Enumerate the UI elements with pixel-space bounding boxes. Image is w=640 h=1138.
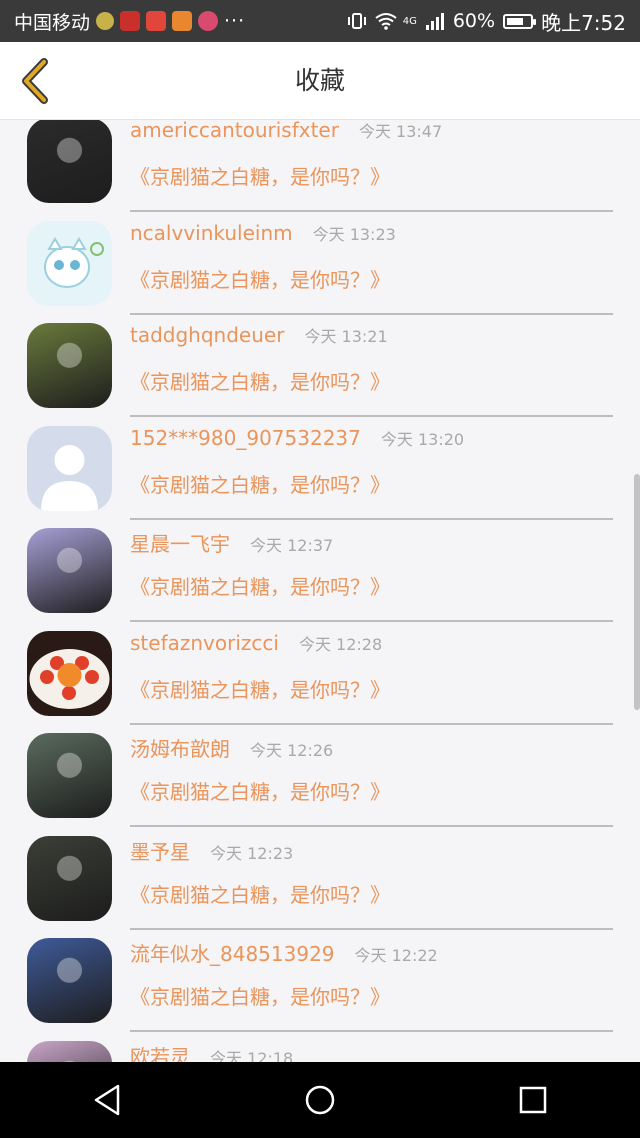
list-item[interactable]: 152***980_907532237 今天 13:20 《京剧猫之白糖，是你吗？》	[0, 396, 640, 520]
username[interactable]: americcantourisfxter	[130, 120, 339, 142]
more-notifications: ···	[224, 10, 246, 32]
nav-home-button[interactable]	[290, 1070, 350, 1130]
user-meta: 星晨一飞宇 今天 12:37	[130, 528, 333, 557]
chevron-left-icon	[22, 58, 48, 104]
user-meta: 流年似水_848513929 今天 12:22	[130, 938, 438, 967]
favorite-title-link[interactable]: 《京剧猫之白糖，是你吗？》	[130, 981, 390, 1010]
timestamp: 今天 12:26	[250, 741, 334, 760]
favorite-title-link[interactable]: 《京剧猫之白糖，是你吗？》	[130, 776, 390, 805]
user-meta: americcantourisfxter 今天 13:47	[130, 120, 442, 142]
page-title: 收藏	[294, 66, 345, 95]
system-nav-bar	[0, 1062, 640, 1138]
list-item[interactable]: taddghqndeuer 今天 13:21 《京剧猫之白糖，是你吗？》	[0, 293, 640, 417]
battery-icon	[503, 13, 537, 29]
circle-home-icon	[305, 1085, 335, 1115]
timestamp: 今天 12:28	[298, 634, 383, 654]
favorite-title-link[interactable]: 《京剧猫之白糖，是你吗？》	[130, 161, 390, 190]
triangle-back-icon	[94, 1084, 119, 1116]
username[interactable]: ncalvvinkuleinm	[130, 221, 293, 245]
timestamp: 今天 13:21	[304, 327, 388, 346]
back-button[interactable]	[10, 56, 60, 106]
nav-recents-button[interactable]	[503, 1070, 563, 1130]
user-meta: 墨予星 今天 12:23	[130, 836, 293, 865]
list-item[interactable]: 流年似水_848513929 今天 12:22 《京剧猫之白糖，是你吗？》	[0, 908, 640, 1032]
favorite-title-link[interactable]: 《京剧猫之白糖，是你吗？》	[130, 879, 390, 908]
timestamp: 今天 13:47	[358, 122, 443, 141]
timestamp: 今天 13:23	[312, 224, 396, 244]
network-type-label: 4G	[402, 15, 417, 27]
vibrate-icon	[347, 11, 367, 31]
user-meta: stefaznvorizcci 今天 12:28	[130, 631, 382, 655]
list-item[interactable]: 汤姆布歆朗 今天 12:26 《京剧猫之白糖，是你吗？》	[0, 703, 640, 827]
wifi-icon	[375, 11, 397, 31]
favorite-title-link[interactable]: 《京剧猫之白糖，是你吗？》	[130, 674, 390, 703]
square-recents-icon	[520, 1086, 547, 1114]
list-item[interactable]: ncalvvinkuleinm 今天 13:23 《京剧猫之白糖，是你吗？》	[0, 191, 640, 315]
favorite-title-link[interactable]: 《京剧猫之白糖，是你吗？》	[130, 469, 390, 498]
favorite-title-link[interactable]: 《京剧猫之白糖，是你吗？》	[130, 264, 390, 293]
app-header: 收藏	[0, 42, 640, 120]
user-meta: 汤姆布歆朗 今天 12:26	[130, 733, 333, 762]
user-meta: 欧若灵 今天 12:18	[130, 1041, 293, 1063]
username[interactable]: 墨予星	[130, 836, 190, 865]
username[interactable]: 152***980_907532237	[130, 426, 361, 450]
battery-percent: 60%	[452, 10, 496, 32]
user-meta: taddghqndeuer 今天 13:21	[130, 323, 388, 347]
user-meta: 152***980_907532237 今天 13:20	[130, 426, 464, 450]
scrollbar[interactable]	[634, 474, 640, 710]
clock: 晚上7:52	[541, 10, 626, 35]
list-item[interactable]: americcantourisfxter 今天 13:47 《京剧猫之白糖，是你吗？…	[0, 120, 640, 212]
username[interactable]: 星晨一飞宇	[130, 528, 230, 557]
list-item[interactable]: 墨予星 今天 12:23 《京剧猫之白糖，是你吗？》	[0, 806, 640, 930]
user-meta: ncalvvinkuleinm 今天 13:23	[130, 221, 396, 245]
painted-fantasy-avatar-icon[interactable]	[27, 1040, 112, 1062]
list-item[interactable]: 欧若灵今天 12:18《京剧猫之白糖，是你吗？》	[0, 1011, 640, 1063]
username[interactable]: taddghqndeuer	[130, 323, 284, 347]
nav-back-button[interactable]	[77, 1070, 137, 1130]
username[interactable]: 欧若灵	[130, 1041, 190, 1063]
list-item[interactable]: 星晨一飞宇 今天 12:37 《京剧猫之白糖，是你吗？》	[0, 498, 640, 622]
video-app-icon	[172, 11, 193, 31]
signal-icon	[425, 11, 445, 31]
timestamp: 今天 12:18	[210, 1048, 294, 1063]
username[interactable]: 流年似水_848513929	[130, 938, 335, 967]
news-app-icon	[120, 11, 141, 31]
username[interactable]: stefaznvorizcci	[130, 631, 279, 655]
username[interactable]: 汤姆布歆朗	[130, 733, 230, 762]
timestamp: 今天 12:23	[210, 843, 294, 863]
favorite-title-link[interactable]: 《京剧猫之白糖，是你吗？》	[130, 571, 390, 600]
timestamp: 今天 12:37	[250, 536, 334, 555]
music-app-icon	[198, 11, 219, 31]
favorite-title-link[interactable]: 《京剧猫之白糖，是你吗？》	[130, 366, 390, 395]
timestamp: 今天 13:20	[380, 429, 465, 449]
wechat-icon	[96, 12, 115, 30]
calendar-app-icon	[146, 11, 167, 31]
status-bar: 中国移动 ··· 4G 60% 晚上7:52	[0, 0, 640, 42]
timestamp: 今天 12:22	[354, 946, 438, 965]
favorites-list[interactable]: americcantourisfxter 今天 13:47 《京剧猫之白糖，是你吗？…	[0, 120, 640, 1062]
carrier-label: 中国移动	[14, 11, 91, 34]
list-item[interactable]: stefaznvorizcci 今天 12:28 《京剧猫之白糖，是你吗？》	[0, 601, 640, 725]
